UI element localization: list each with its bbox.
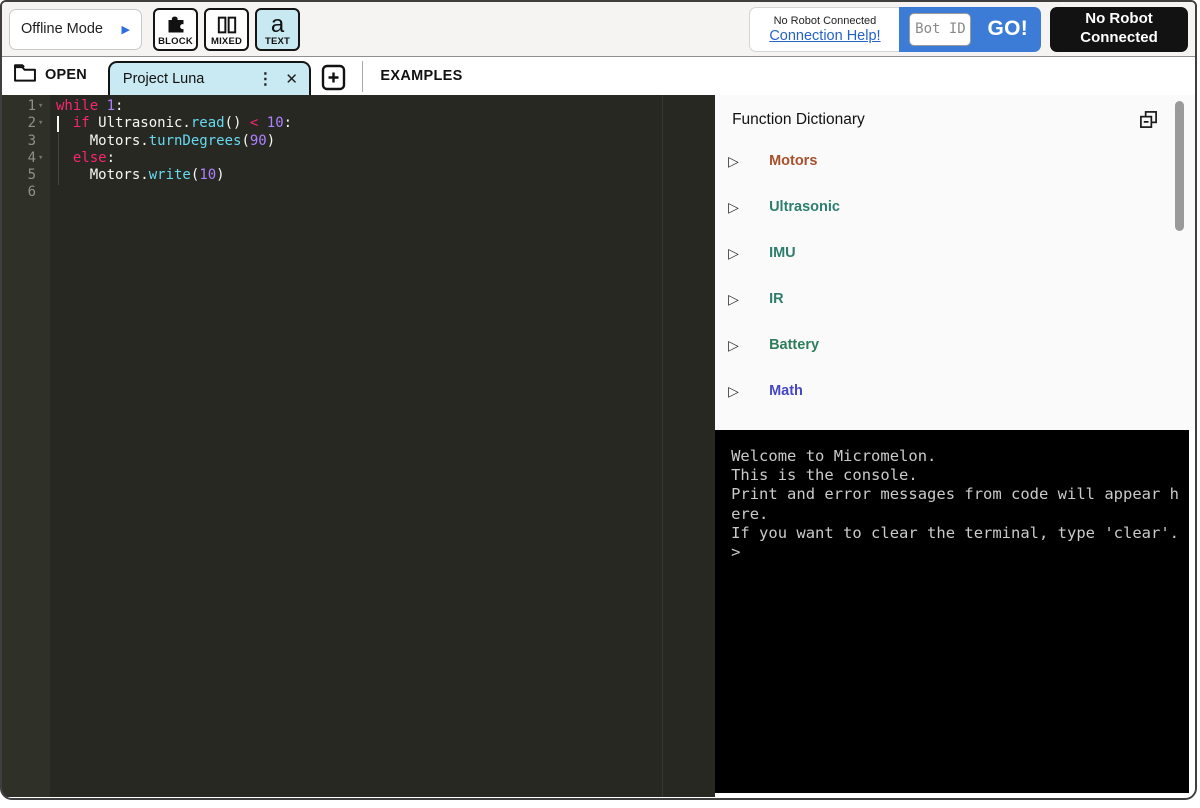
project-tab-title: Project Luna: [123, 71, 250, 87]
connect-group: GO!: [899, 7, 1041, 52]
app-window: Offline Mode ▶ BLOCK MIXED a TEXT No Rob…: [0, 0, 1197, 800]
main-content: 1▾2▾34▾56 while 1: if Ultrasonic.read() …: [2, 95, 1195, 797]
fold-arrow-icon[interactable]: ▾: [36, 150, 50, 167]
text-mode-button[interactable]: a TEXT: [255, 8, 300, 51]
expand-triangle-icon[interactable]: ▷: [728, 245, 769, 262]
fold-arrow-icon[interactable]: ▾: [36, 98, 50, 115]
function-dictionary-title: Function Dictionary: [732, 111, 865, 129]
dict-item-label: Robot: [769, 429, 811, 430]
text-a-icon: a: [271, 14, 284, 36]
tab-bar: OPEN Project Luna ⋮ ✕ EXAMPLES: [2, 57, 1195, 95]
project-tab[interactable]: Project Luna ⋮ ✕: [108, 61, 311, 95]
connection-panel: No Robot Connected Connection Help!: [749, 7, 899, 52]
indent-guide: [58, 133, 59, 185]
popout-window-icon[interactable]: [1139, 110, 1158, 129]
console-line: >: [731, 543, 1179, 562]
dict-item-label: Ultrasonic: [769, 199, 840, 215]
mixed-mode-label: MIXED: [211, 36, 242, 47]
tab-menu-icon[interactable]: ⋮: [250, 69, 280, 89]
code-line[interactable]: Motors.turnDegrees(90): [56, 133, 715, 150]
editor-code[interactable]: while 1: if Ultrasonic.read() < 10: Moto…: [50, 95, 715, 797]
function-dictionary-panel: Function Dictionary ▷Motors▷Ultrasonic▷I…: [715, 95, 1195, 430]
expand-triangle-icon[interactable]: ▷: [728, 291, 769, 308]
dict-item-ir[interactable]: ▷IR: [715, 276, 1195, 322]
code-line[interactable]: while 1:: [56, 98, 715, 115]
console-terminal[interactable]: Welcome to Micromelon.This is the consol…: [715, 430, 1189, 793]
console-line: ere.: [731, 505, 1179, 524]
puzzle-icon: [166, 14, 186, 36]
dict-item-imu[interactable]: ▷IMU: [715, 230, 1195, 276]
code-line[interactable]: if Ultrasonic.read() < 10:: [56, 115, 715, 132]
gutter-line[interactable]: 1▾: [2, 98, 50, 115]
expand-triangle-icon[interactable]: ▷: [728, 199, 769, 216]
editor-gutter[interactable]: 1▾2▾34▾56: [2, 95, 50, 797]
mixed-blocks-icon: [217, 14, 237, 36]
expand-arrow-icon: ▶: [122, 23, 130, 36]
gutter-line[interactable]: 4▾: [2, 150, 50, 167]
console-line: This is the console.: [731, 466, 1179, 485]
print-margin-line: [662, 95, 663, 797]
dict-item-robot[interactable]: ▷Robot: [715, 414, 1195, 430]
mixed-mode-button[interactable]: MIXED: [204, 8, 249, 51]
console-line: If you want to clear the terminal, type …: [731, 524, 1179, 543]
console-output: Welcome to Micromelon.This is the consol…: [731, 447, 1179, 562]
block-mode-button[interactable]: BLOCK: [153, 8, 198, 51]
dict-item-ultrasonic[interactable]: ▷Ultrasonic: [715, 184, 1195, 230]
dict-item-label: IR: [769, 291, 784, 307]
gutter-line[interactable]: 5: [2, 167, 50, 184]
fold-arrow-icon[interactable]: ▾: [36, 115, 50, 132]
dict-item-label: IMU: [769, 245, 796, 261]
code-line[interactable]: Motors.write(10): [56, 167, 715, 184]
console-line: Welcome to Micromelon.: [731, 447, 1179, 466]
dict-item-battery[interactable]: ▷Battery: [715, 322, 1195, 368]
dictionary-scrollbar[interactable]: [1175, 101, 1184, 231]
new-file-button[interactable]: [320, 63, 347, 92]
expand-triangle-icon[interactable]: ▷: [728, 337, 769, 354]
dict-item-label: Math: [769, 383, 803, 399]
dict-item-label: Motors: [769, 153, 817, 169]
connection-status-text: No Robot Connected: [774, 15, 877, 27]
expand-triangle-icon[interactable]: ▷: [728, 429, 769, 431]
text-cursor: [57, 116, 59, 132]
go-button[interactable]: GO!: [987, 17, 1028, 41]
gutter-line[interactable]: 6: [2, 184, 50, 201]
code-line[interactable]: else:: [56, 150, 715, 167]
expand-triangle-icon[interactable]: ▷: [728, 383, 769, 400]
connection-help-link[interactable]: Connection Help!: [769, 28, 880, 44]
folder-icon: [13, 63, 37, 87]
tab-close-icon[interactable]: ✕: [280, 70, 303, 88]
dict-item-math[interactable]: ▷Math: [715, 368, 1195, 414]
bot-id-input[interactable]: [909, 13, 971, 46]
console-line: Print and error messages from code will …: [731, 485, 1179, 504]
open-button[interactable]: OPEN: [13, 63, 87, 87]
right-panel: Function Dictionary ▷Motors▷Ultrasonic▷I…: [715, 95, 1195, 797]
code-editor[interactable]: 1▾2▾34▾56 while 1: if Ultrasonic.read() …: [2, 95, 715, 797]
top-toolbar: Offline Mode ▶ BLOCK MIXED a TEXT No Rob…: [2, 2, 1195, 57]
offline-mode-select[interactable]: Offline Mode ▶: [9, 9, 142, 50]
gutter-line[interactable]: 2▾: [2, 115, 50, 132]
examples-button[interactable]: EXAMPLES: [380, 68, 462, 84]
expand-triangle-icon[interactable]: ▷: [728, 153, 769, 170]
text-mode-label: TEXT: [265, 36, 290, 47]
gutter-line[interactable]: 3: [2, 133, 50, 150]
dict-item-label: Battery: [769, 337, 819, 353]
dict-item-motors[interactable]: ▷Motors: [715, 138, 1195, 184]
code-line[interactable]: [56, 184, 715, 201]
offline-mode-label: Offline Mode: [21, 21, 103, 37]
open-label: OPEN: [45, 67, 87, 83]
new-file-icon: [320, 63, 347, 92]
toolbar-divider: [362, 61, 364, 92]
robot-status-badge: No Robot Connected: [1050, 7, 1188, 52]
function-dictionary-list: ▷Motors▷Ultrasonic▷IMU▷IR▷Battery▷Math▷R…: [715, 138, 1195, 430]
block-mode-label: BLOCK: [158, 36, 193, 47]
